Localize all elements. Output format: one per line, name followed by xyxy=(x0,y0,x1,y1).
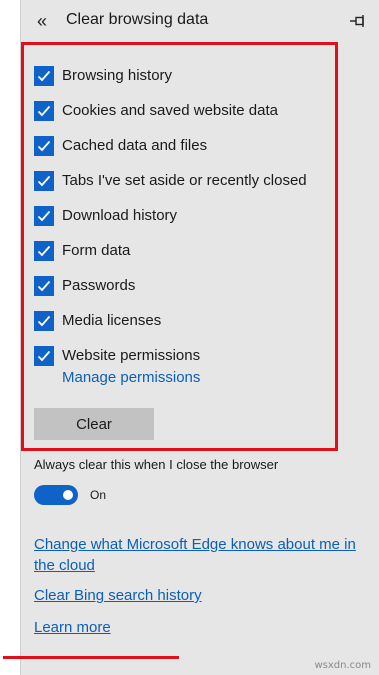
checkbox-checked-icon[interactable] xyxy=(34,135,54,156)
checkbox-label: Cached data and files xyxy=(62,137,208,154)
checkbox-checked-icon[interactable] xyxy=(34,170,54,191)
clear-bing-history-link[interactable]: Clear Bing search history xyxy=(34,585,202,606)
checkbox-label: Browsing history xyxy=(62,67,173,84)
checkbox-checked-icon[interactable] xyxy=(34,100,54,121)
pin-icon[interactable] xyxy=(349,13,367,29)
toggle-knob xyxy=(63,490,73,500)
checkbox-checked-icon[interactable] xyxy=(34,345,54,366)
clear-browsing-data-panel: « Clear browsing data Browsing history C… xyxy=(20,0,379,675)
toggle-state-text: On xyxy=(90,488,107,502)
panel-title: Clear browsing data xyxy=(66,11,209,28)
checkbox-label: Website permissions xyxy=(62,347,201,364)
data-types-checkbox-list: Browsing history Cookies and saved websi… xyxy=(34,58,307,373)
checkbox-label: Passwords xyxy=(62,277,136,294)
clear-button[interactable]: Clear xyxy=(34,408,154,440)
checkbox-row-download-history[interactable]: Download history xyxy=(34,198,307,233)
checkbox-row-form-data[interactable]: Form data xyxy=(34,233,307,268)
checkbox-row-tabs-set-aside[interactable]: Tabs I've set aside or recently closed xyxy=(34,163,307,198)
panel-header: « Clear browsing data xyxy=(21,0,379,42)
checkbox-label: Media licenses xyxy=(62,312,162,329)
checkbox-checked-icon[interactable] xyxy=(34,205,54,226)
manage-permissions-link[interactable]: Manage permissions xyxy=(62,369,200,386)
edge-knows-about-me-link[interactable]: Change what Microsoft Edge knows about m… xyxy=(34,534,364,576)
checkbox-row-website-permissions[interactable]: Website permissions xyxy=(34,338,307,373)
checkbox-label: Tabs I've set aside or recently closed xyxy=(62,172,307,189)
checkbox-checked-icon[interactable] xyxy=(34,275,54,296)
double-chevron-left-icon[interactable]: « xyxy=(37,9,53,33)
checkbox-checked-icon[interactable] xyxy=(34,310,54,331)
checkbox-row-browsing-history[interactable]: Browsing history xyxy=(34,58,307,93)
checkbox-label: Cookies and saved website data xyxy=(62,102,278,119)
checkbox-row-cached-data[interactable]: Cached data and files xyxy=(34,128,307,163)
learn-more-link[interactable]: Learn more xyxy=(34,617,111,638)
checkbox-checked-icon[interactable] xyxy=(34,65,54,86)
annotation-underline-bar xyxy=(3,656,179,659)
checkbox-row-media-licenses[interactable]: Media licenses xyxy=(34,303,307,338)
checkbox-row-cookies[interactable]: Cookies and saved website data xyxy=(34,93,307,128)
checkbox-checked-icon[interactable] xyxy=(34,240,54,261)
always-clear-label: Always clear this when I close the brows… xyxy=(34,457,279,472)
checkbox-row-passwords[interactable]: Passwords xyxy=(34,268,307,303)
checkbox-label: Form data xyxy=(62,242,131,259)
checkbox-label: Download history xyxy=(62,207,178,224)
watermark-text: wsxdn.com xyxy=(314,660,371,671)
always-clear-toggle[interactable] xyxy=(34,485,78,505)
